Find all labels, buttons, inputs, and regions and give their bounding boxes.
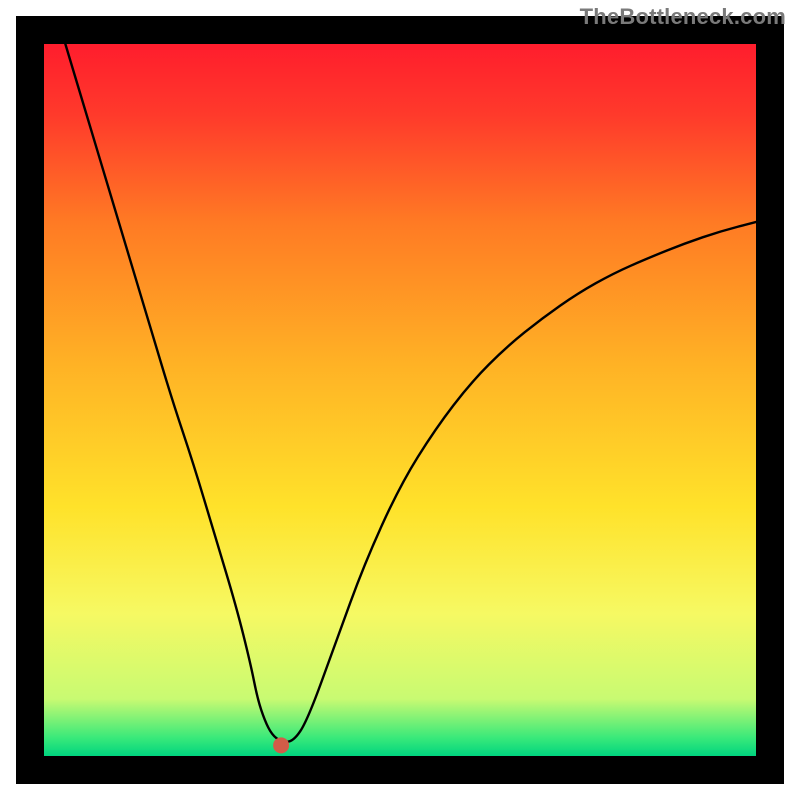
optimum-marker (273, 737, 289, 753)
plot-background (44, 44, 756, 756)
chart-container: TheBottleneck.com (0, 0, 800, 800)
bottleneck-chart (0, 0, 800, 800)
watermark-text: TheBottleneck.com (580, 4, 786, 30)
